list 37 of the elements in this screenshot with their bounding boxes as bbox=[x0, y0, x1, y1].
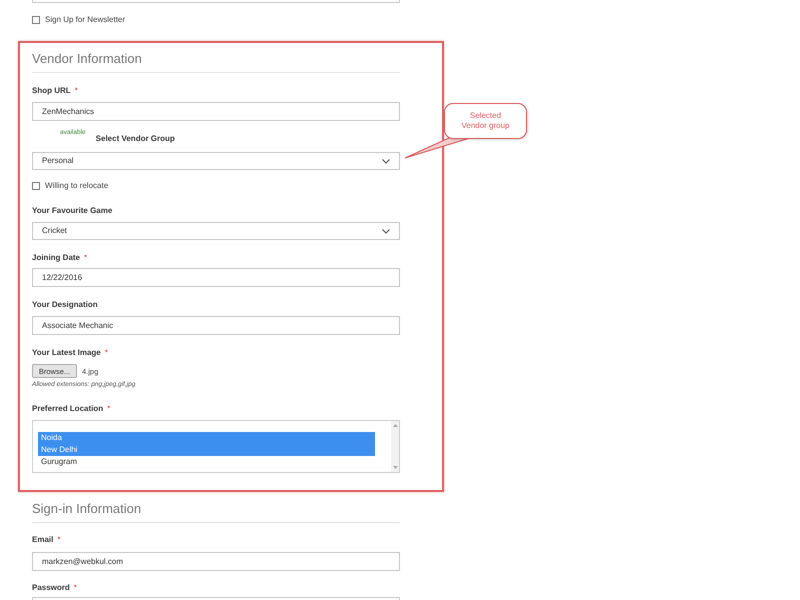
field-label: Shop URL bbox=[32, 86, 71, 96]
scrollbar[interactable] bbox=[391, 421, 399, 472]
checkbox[interactable] bbox=[32, 182, 40, 190]
required-mark: * bbox=[74, 583, 77, 593]
field-label: Your Designation bbox=[32, 300, 98, 310]
required-mark: * bbox=[74, 86, 78, 96]
location-listbox[interactable]: Noida New Delhi Gurugram bbox=[32, 420, 400, 473]
chevron-down-icon bbox=[382, 158, 390, 164]
callout-bubble: Selected Vendor group bbox=[444, 103, 527, 139]
checkbox[interactable] bbox=[32, 16, 40, 24]
checkbox-label: Willing to relocate bbox=[45, 181, 108, 191]
checkbox-label: Sign Up for Newsletter bbox=[45, 15, 126, 25]
down-arrow-icon[interactable] bbox=[392, 466, 398, 469]
field-label: Joining Date bbox=[32, 253, 80, 263]
field-label: Your Favourite Game bbox=[32, 206, 112, 216]
text-field[interactable]: 12/22/2016 bbox=[32, 268, 400, 287]
required-mark: * bbox=[104, 348, 108, 358]
field-label: Select Vendor Group bbox=[96, 134, 175, 144]
section-title: Vendor Information bbox=[32, 51, 142, 67]
required-mark: * bbox=[84, 253, 88, 263]
required-mark: * bbox=[57, 535, 60, 545]
text-field[interactable] bbox=[32, 0, 400, 3]
field-label: Password bbox=[32, 583, 70, 593]
select-dropdown[interactable]: Cricket bbox=[32, 222, 400, 240]
field-label: Your Latest Image bbox=[32, 348, 101, 358]
section-title: Sign-in Information bbox=[32, 501, 142, 517]
text-field[interactable]: markzen@webkul.com bbox=[32, 552, 400, 571]
required-mark: * bbox=[107, 404, 110, 414]
text-field[interactable]: ZenMechanics bbox=[32, 102, 400, 121]
text-field[interactable]: Associate Mechanic bbox=[32, 316, 400, 335]
select-dropdown[interactable]: Personal bbox=[32, 152, 400, 170]
password-field[interactable] bbox=[32, 597, 400, 600]
field-label: Email bbox=[32, 535, 54, 545]
chevron-down-icon bbox=[382, 228, 390, 234]
up-arrow-icon[interactable] bbox=[392, 424, 398, 427]
field-label: Preferred Location bbox=[32, 404, 104, 414]
list-option[interactable]: Gurugram bbox=[38, 456, 375, 468]
